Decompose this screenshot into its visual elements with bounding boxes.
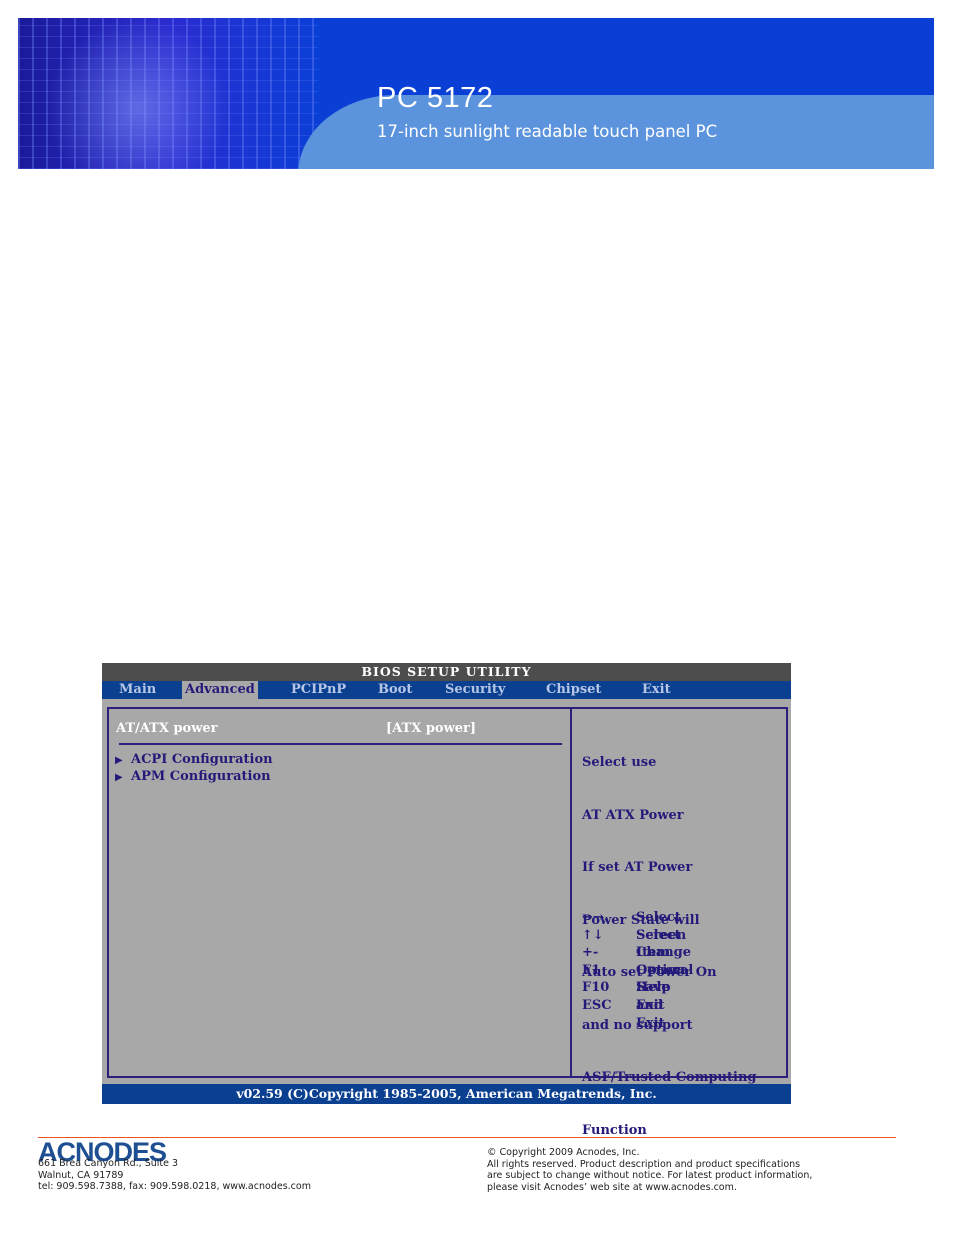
tab-main[interactable]: Main	[116, 681, 159, 699]
tab-pcipnp[interactable]: PCIPnP	[288, 681, 349, 699]
address-line: 661 Brea Canyon Rd., Suite 3	[38, 1158, 179, 1169]
settings-pane: AT/ATX power [ATX power] ▶ ACPI Configura…	[107, 707, 572, 1078]
address-line: Walnut, CA 91789	[38, 1169, 124, 1181]
help-pane: Select use AT ATX Power If set AT Power …	[570, 707, 788, 1138]
bios-menu-bar: Main Advanced PCIPnP Boot Security Chips…	[102, 681, 791, 699]
copyright-line: please visit Acnodes’ web site at www.ac…	[487, 1181, 737, 1193]
contact-line: tel: 909.598.7388, fax: 909.598.0218, ww…	[38, 1181, 311, 1192]
setting-label: AT/ATX power	[116, 721, 218, 736]
divider	[119, 743, 562, 745]
copyright-line: © Copyright 2009 Acnodes, Inc.	[487, 1147, 640, 1158]
key-name: F10	[582, 980, 610, 996]
copyright-notice: © Copyright 2009 Acnodes, Inc. All right…	[487, 1147, 812, 1193]
key-name: ←→	[582, 910, 604, 925]
help-line: If set AT Power	[582, 860, 693, 875]
setting-at-atx-power[interactable]: AT/ATX power [ATX power]	[116, 721, 556, 739]
copyright-line: All rights reserved. Product description…	[487, 1158, 801, 1170]
help-line: AT ATX Power	[582, 807, 684, 823]
key-desc: Exit	[636, 997, 665, 1013]
key-name: ESC	[582, 997, 612, 1013]
submenu-arrow-icon: ▶	[115, 772, 123, 783]
key-name: F1	[582, 962, 601, 978]
submenu-acpi-configuration[interactable]: ▶ ACPI Configuration	[115, 752, 273, 770]
product-title: PC 5172	[377, 82, 494, 114]
tab-exit[interactable]: Exit	[639, 681, 674, 699]
tab-boot[interactable]: Boot	[375, 681, 415, 699]
tab-security[interactable]: Security	[442, 681, 508, 699]
help-line: Select use	[582, 755, 657, 770]
footer-divider	[38, 1137, 896, 1138]
submenu-arrow-icon: ▶	[115, 755, 123, 766]
company-address: 661 Brea Canyon Rd., Suite 3 Walnut, CA …	[38, 1158, 311, 1193]
product-subtitle: 17-inch sunlight readable touch panel PC	[377, 122, 718, 141]
bios-screen: BIOS SETUP UTILITY Main Advanced PCIPnP …	[102, 663, 791, 1138]
tab-advanced[interactable]: Advanced	[182, 681, 258, 699]
tab-chipset[interactable]: Chipset	[543, 681, 604, 699]
circuit-board-image	[18, 18, 318, 169]
bios-title: BIOS SETUP UTILITY	[102, 663, 791, 681]
submenu-label: ACPI Configuration	[131, 752, 273, 767]
setting-value[interactable]: [ATX power]	[386, 721, 476, 736]
submenu-apm-configuration[interactable]: ▶ APM Configuration	[115, 769, 271, 787]
header-banner: PC 5172 17-inch sunlight readable touch …	[18, 18, 934, 169]
key-name: +-	[582, 945, 599, 961]
key-name: ↑↓	[582, 927, 604, 943]
copyright-line: are subject to change without notice. Fo…	[487, 1170, 813, 1181]
bios-status-bar: v02.59 (C)Copyright 1985-2005, American …	[102, 1084, 791, 1104]
submenu-label: APM Configuration	[131, 769, 271, 784]
